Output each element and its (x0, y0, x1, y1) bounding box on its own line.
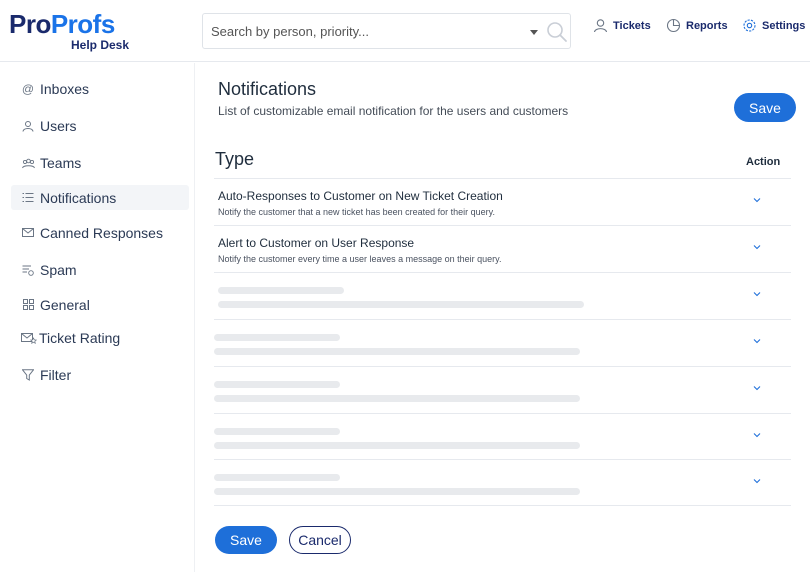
sidebar-item-label: General (40, 296, 90, 313)
nav-tickets[interactable]: Tickets (593, 18, 651, 33)
page-subtitle: List of customizable email notification … (218, 104, 569, 118)
search-box (202, 13, 571, 49)
search-icon[interactable] (546, 21, 568, 43)
loading-row (214, 366, 791, 413)
user-icon (21, 119, 35, 133)
user-icon (593, 19, 608, 33)
sidebar-item-teams[interactable]: Teams (11, 150, 189, 175)
list-icon (21, 191, 35, 205)
sidebar-item-ticket-rating[interactable]: Ticket Rating (11, 325, 189, 350)
notifications-panel: Notifications List of customizable email… (196, 63, 810, 572)
chevron-down-icon[interactable] (752, 336, 762, 346)
skeleton-line (214, 348, 580, 355)
team-icon (21, 156, 35, 170)
type-column-header: Type (215, 149, 255, 169)
skeleton-line (214, 474, 340, 481)
chevron-down-icon[interactable] (752, 195, 762, 205)
gear-icon (743, 19, 756, 32)
sidebar-item-label: Canned Responses (40, 224, 163, 241)
spam-icon (21, 263, 35, 277)
logo-product-name: Help Desk (71, 38, 130, 52)
rating-icon (21, 331, 37, 345)
filter-icon (21, 368, 35, 382)
nav-settings-label: Settings (762, 19, 806, 32)
notification-row[interactable]: Auto-Responses to Customer on New Ticket… (214, 178, 791, 225)
proprofs-logo[interactable]: ProProfs Help Desk (9, 10, 134, 54)
chevron-down-icon[interactable] (752, 430, 762, 440)
nav-settings[interactable]: Settings (742, 18, 805, 33)
settings-sidebar: @ Inboxes Users Teams Notifications Cann… (0, 63, 195, 572)
table-divider (214, 505, 791, 506)
notification-description: Notify the customer every time a user le… (218, 254, 502, 264)
skeleton-line (214, 488, 580, 495)
skeleton-line (218, 287, 344, 294)
sidebar-item-label: Notifications (40, 189, 117, 206)
page-title: Notifications (218, 79, 317, 99)
save-button[interactable]: Save (734, 93, 796, 122)
search-input[interactable] (211, 14, 521, 48)
loading-row (214, 272, 791, 319)
sidebar-item-label: Filter (40, 366, 72, 383)
notification-description: Notify the customer that a new ticket ha… (218, 207, 495, 217)
sidebar-item-label: Teams (40, 154, 82, 171)
loading-row (214, 319, 791, 366)
skeleton-line (214, 381, 340, 388)
chevron-down-icon[interactable] (752, 383, 762, 393)
loading-row (214, 413, 791, 460)
grid-icon (21, 298, 35, 312)
nav-reports[interactable]: Reports (666, 18, 728, 33)
sidebar-item-label: Spam (40, 261, 77, 278)
sidebar-item-inboxes[interactable]: @ Inboxes (11, 76, 189, 101)
sidebar-item-users[interactable]: Users (11, 113, 189, 138)
skeleton-line (218, 301, 584, 308)
skeleton-line (214, 428, 340, 435)
action-column-header: Action (746, 156, 781, 168)
notification-row[interactable]: Alert to Customer on User Response Notif… (214, 225, 791, 272)
chevron-down-icon[interactable] (530, 30, 538, 35)
cancel-button[interactable]: Cancel (289, 526, 351, 554)
pie-chart-icon (666, 18, 681, 33)
skeleton-line (214, 442, 580, 449)
skeleton-line (214, 334, 340, 341)
chevron-down-icon[interactable] (752, 289, 762, 299)
top-header: ProProfs Help Desk Tickets Reports Setti… (0, 0, 810, 62)
at-icon: @ (21, 81, 35, 96)
loading-row (214, 459, 791, 506)
skeleton-line (214, 395, 580, 402)
sidebar-item-filter[interactable]: Filter (11, 362, 189, 387)
footer-save-button[interactable]: Save (215, 526, 277, 554)
sidebar-item-general[interactable]: General (11, 292, 189, 317)
nav-reports-label: Reports (686, 19, 728, 32)
mail-icon (21, 226, 35, 240)
sidebar-item-label: Ticket Rating (39, 329, 121, 346)
sidebar-item-notifications[interactable]: Notifications (11, 185, 189, 210)
sidebar-item-spam[interactable]: Spam (11, 257, 189, 282)
chevron-down-icon[interactable] (752, 242, 762, 252)
nav-tickets-label: Tickets (613, 19, 651, 32)
sidebar-item-canned-responses[interactable]: Canned Responses (11, 220, 189, 245)
notification-title: Alert to Customer on User Response (218, 236, 415, 250)
sidebar-item-label: Users (40, 117, 77, 134)
sidebar-item-label: Inboxes (40, 80, 90, 97)
notification-title: Auto-Responses to Customer on New Ticket… (218, 189, 503, 203)
chevron-down-icon[interactable] (752, 476, 762, 486)
